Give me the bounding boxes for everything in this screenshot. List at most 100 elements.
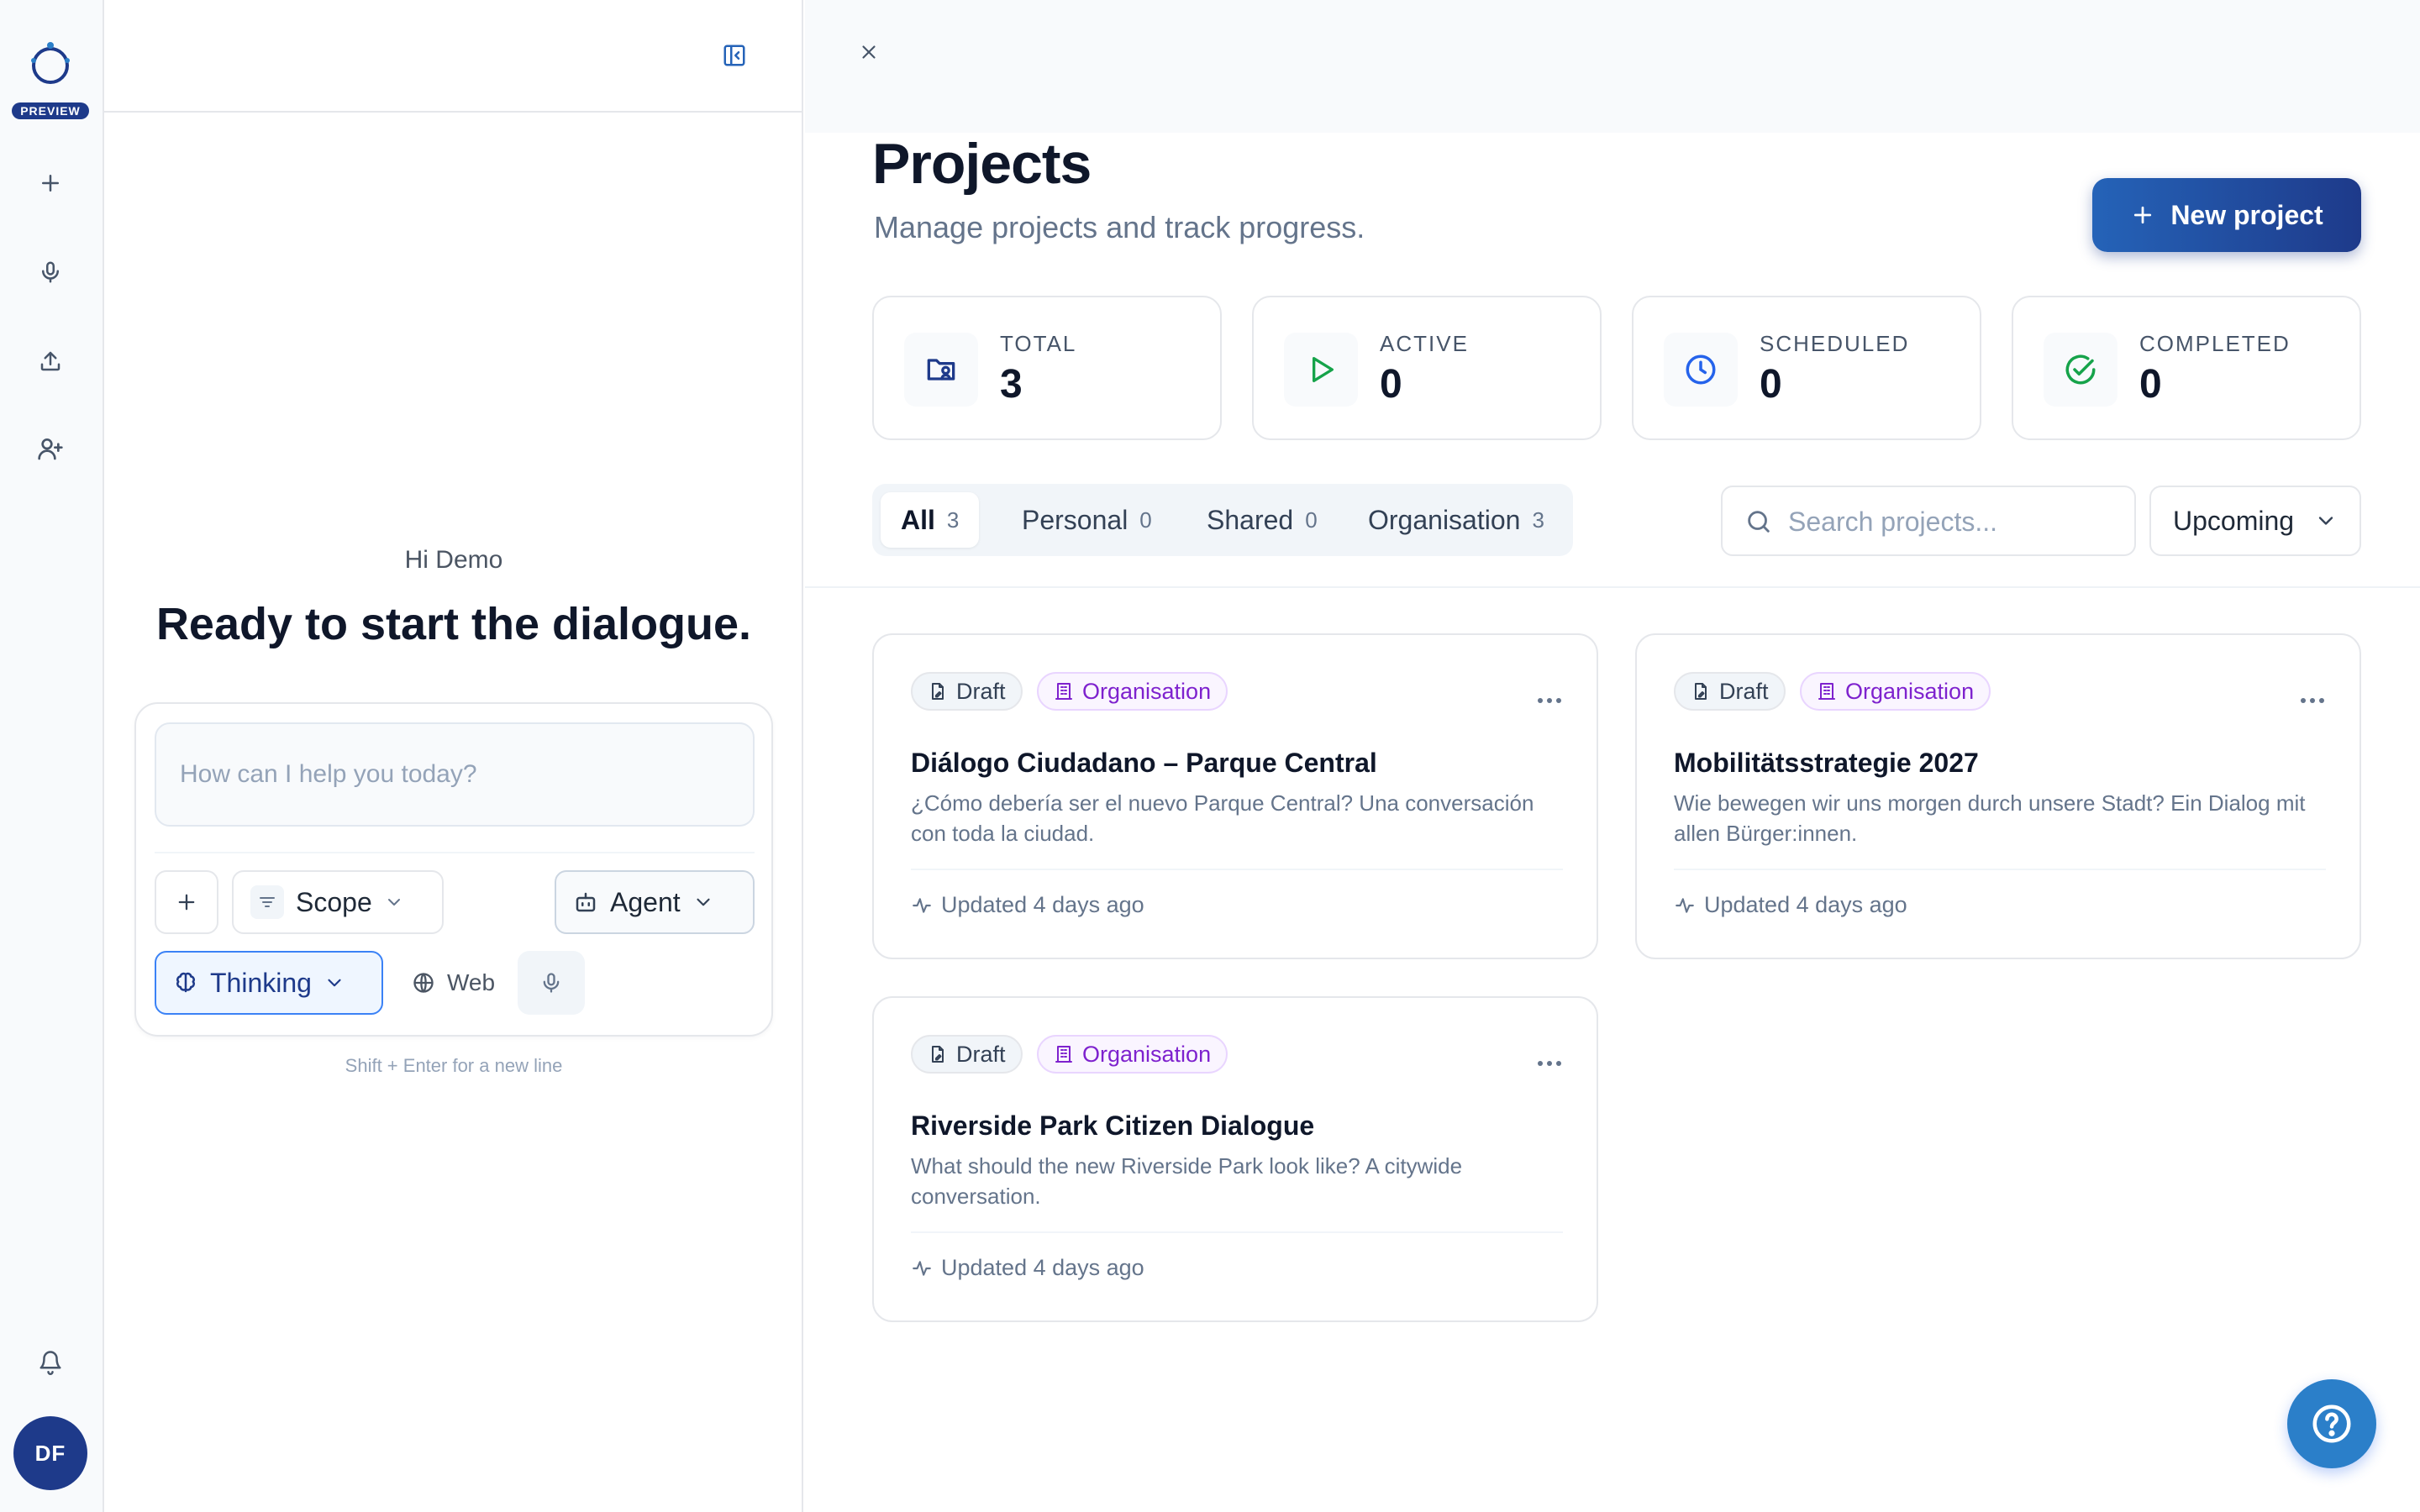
stat-label: COMPLETED [2139, 331, 2291, 356]
stat-completed: COMPLETED 0 [2012, 296, 2361, 440]
user-avatar[interactable]: DF [13, 1416, 87, 1490]
project-card[interactable]: Draft Organisation Diálogo Ciudadano – P… [872, 633, 1598, 959]
sort-label: Upcoming [2173, 505, 2295, 536]
project-card[interactable]: Draft Organisation Riverside Park Citize… [872, 996, 1598, 1322]
card-menu-button[interactable] [1526, 684, 1573, 717]
greeting: Hi Demo [404, 546, 503, 574]
panel-divider [805, 586, 2420, 588]
bell-icon [39, 1351, 61, 1375]
thinking-dropdown[interactable]: Thinking [155, 951, 383, 1015]
tab-count: 0 [1139, 507, 1152, 533]
scope-badge: Organisation [1037, 1035, 1228, 1074]
brain-icon [176, 972, 195, 993]
project-card[interactable]: Draft Organisation Mobilitätsstrategie 2… [1635, 633, 2361, 959]
attach-button[interactable] [155, 870, 218, 934]
close-panel-button[interactable] [850, 34, 887, 71]
status-label: Draft [956, 678, 1006, 704]
status-label: Draft [1719, 678, 1769, 704]
chat-headline: Ready to start the dialogue. [155, 599, 752, 649]
agent-dropdown[interactable]: Agent [555, 870, 755, 934]
filter-icon [250, 885, 284, 919]
upload-icon [40, 351, 60, 371]
tab-personal[interactable]: Personal 0 [1002, 492, 1172, 548]
plus-icon [2134, 206, 2152, 224]
left-rail: PREVIEW DF [0, 0, 104, 1512]
tab-organisation[interactable]: Organisation 3 [1348, 492, 1565, 548]
app-logo-icon[interactable] [24, 37, 77, 91]
card-description: ¿Cómo debería ser el nuevo Parque Centra… [911, 790, 1534, 846]
chat-composer: Scope Agent Thinking Web [134, 702, 773, 1037]
stat-value: 0 [1760, 362, 1782, 407]
close-icon [862, 45, 876, 59]
more-horizontal-icon [1538, 698, 1561, 703]
status-badge: Draft [911, 1035, 1023, 1074]
new-project-label: New project [2170, 199, 2323, 230]
building-icon [1055, 683, 1072, 700]
chevron-down-icon [328, 979, 341, 987]
file-edit-icon [932, 1046, 944, 1063]
stat-value: 3 [1000, 362, 1023, 407]
card-title: Diálogo Ciudadano – Parque Central [911, 748, 1377, 778]
scope-label: Organisation [1082, 678, 1212, 704]
prompt-input[interactable] [155, 722, 755, 827]
help-circle-icon [2312, 1404, 2351, 1443]
microphone-icon [543, 973, 560, 993]
chevron-down-icon [697, 898, 710, 906]
web-toggle[interactable]: Web [393, 951, 514, 1015]
check-circle-icon [2044, 333, 2118, 407]
updated-text: Updated 4 days ago [941, 1255, 1144, 1280]
card-updated: Updated 4 days ago [1674, 892, 1907, 918]
page-subtitle: Manage projects and track progress. [874, 210, 1365, 244]
stat-label: SCHEDULED [1760, 331, 1910, 356]
new-project-button[interactable]: New project [2092, 178, 2361, 252]
sort-dropdown[interactable]: Upcoming [2149, 486, 2361, 556]
stat-total: TOTAL 3 [872, 296, 1222, 440]
invite-user-button[interactable] [27, 425, 74, 472]
notifications-button[interactable] [27, 1339, 74, 1386]
status-label: Draft [956, 1041, 1006, 1067]
help-button[interactable] [2287, 1379, 2376, 1468]
scope-label: Organisation [1845, 678, 1975, 704]
search-icon [1748, 511, 1770, 533]
updated-text: Updated 4 days ago [1704, 892, 1907, 917]
scope-dropdown[interactable]: Scope [232, 870, 444, 934]
preview-badge: PREVIEW [12, 102, 89, 119]
card-menu-button[interactable] [2289, 684, 2336, 717]
scope-badge: Organisation [1800, 672, 1991, 711]
stat-value: 0 [2139, 362, 2162, 407]
web-label: Web [447, 969, 496, 995]
tab-label: Organisation [1368, 504, 1521, 535]
card-updated: Updated 4 days ago [911, 1255, 1144, 1281]
voice-button[interactable] [27, 249, 74, 296]
stat-value: 0 [1380, 362, 1402, 407]
tab-label: Personal [1022, 504, 1128, 535]
play-icon [1284, 333, 1358, 407]
scope-label: Organisation [1082, 1041, 1212, 1067]
tab-label: Shared [1207, 504, 1294, 535]
sidebar-collapse-icon [723, 45, 745, 66]
scope-badge: Organisation [1037, 672, 1228, 711]
stat-label: ACTIVE [1380, 331, 1469, 356]
dictation-button[interactable] [518, 951, 585, 1015]
projects-panel: Projects Manage projects and track progr… [805, 0, 2420, 1512]
card-updated: Updated 4 days ago [911, 892, 1144, 918]
tab-count: 3 [946, 507, 960, 533]
tab-shared[interactable]: Shared 0 [1186, 492, 1338, 548]
chat-panel: Hi Demo Ready to start the dialogue. Sco… [104, 0, 803, 1512]
card-description: What should the new Riverside Park look … [911, 1153, 1463, 1209]
collapse-panel-button[interactable] [716, 37, 753, 74]
globe-icon [413, 973, 434, 993]
panel-top-bar [805, 0, 2420, 133]
activity-icon [913, 897, 931, 913]
tab-all[interactable]: All 3 [881, 492, 980, 548]
upload-button[interactable] [27, 338, 74, 385]
clock-icon [1664, 333, 1738, 407]
new-chat-button[interactable] [27, 160, 74, 207]
card-divider [911, 1231, 1563, 1233]
more-horizontal-icon [1538, 1061, 1561, 1066]
agent-label: Agent [610, 886, 681, 917]
status-badge: Draft [1674, 672, 1786, 711]
stat-scheduled: SCHEDULED 0 [1632, 296, 1981, 440]
search-input[interactable] [1788, 499, 2124, 544]
card-menu-button[interactable] [1526, 1047, 1573, 1080]
